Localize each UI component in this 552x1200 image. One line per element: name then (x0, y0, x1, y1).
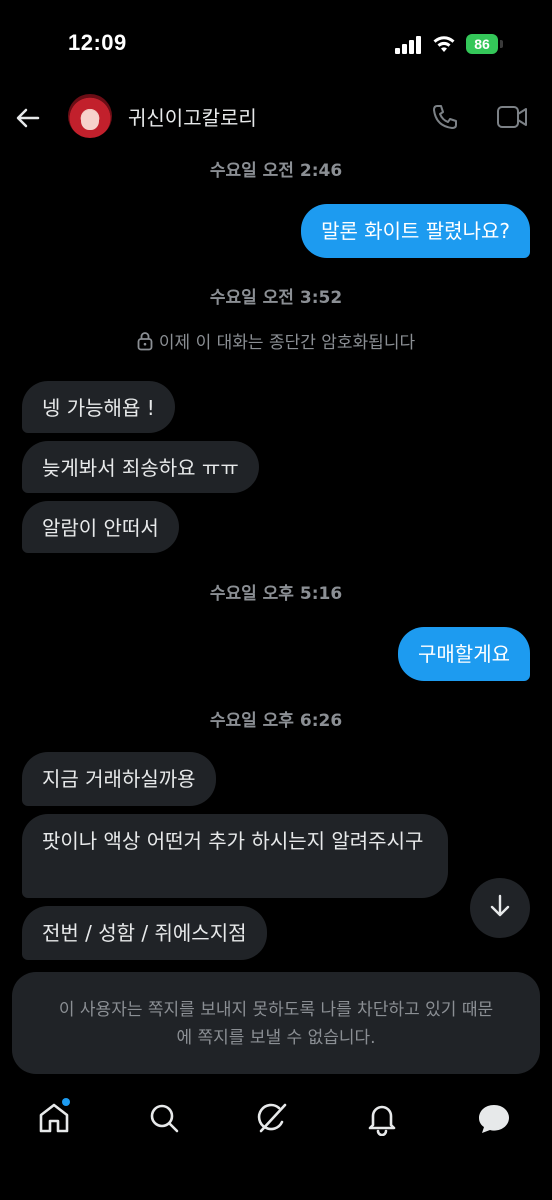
status-bar: 12:09 86 (0, 0, 552, 90)
timestamp: 수요일 오후 6:26 (209, 711, 343, 731)
message-text: 지금 거래하실까용 (42, 767, 196, 791)
grok-icon[interactable] (254, 1100, 294, 1140)
search-icon[interactable] (146, 1100, 186, 1140)
avatar[interactable] (68, 94, 112, 138)
message-text: 구매할게요 (418, 642, 510, 666)
blocked-notice: 이 사용자는 쪽지를 보내지 못하도록 나를 차단하고 있기 때문에 쪽지를 보… (12, 972, 540, 1074)
battery-indicator: 86 (466, 34, 498, 54)
avatar-face (81, 110, 99, 130)
received-message[interactable]: 전번 / 성함 / 쥐에스지점 (22, 906, 267, 960)
wifi-icon (432, 34, 456, 58)
sent-message[interactable]: 말론 화이트 팔렸나요? (301, 204, 530, 258)
battery-tip (500, 40, 503, 48)
timestamp: 수요일 오후 5:16 (209, 584, 343, 604)
home-icon[interactable] (36, 1100, 76, 1140)
phone-call-icon[interactable] (430, 102, 460, 136)
encryption-text: 이제 이 대화는 종단간 암호화됩니다 (158, 333, 416, 353)
scroll-to-bottom-button[interactable] (470, 878, 530, 938)
video-call-icon[interactable] (496, 104, 528, 134)
received-message[interactable]: 늦게봐서 죄송하요 ㅠㅠ (22, 441, 259, 493)
encryption-notice: 이제 이 대화는 종단간 암호화됩니다 (0, 328, 552, 356)
message-text: 전번 / 성함 / 쥐에스지점 (42, 921, 247, 945)
received-message[interactable]: 알람이 안떠서 (22, 501, 179, 553)
message-text: 팟이나 액상 어떤거 추가 하시는지 알려주시구 (42, 829, 424, 853)
lock-icon (137, 331, 153, 356)
notifications-icon[interactable] (364, 1100, 404, 1140)
message-text: 늦게봐서 죄송하요 ㅠㅠ (42, 456, 239, 480)
conversation-header: 귀신이고칼로리 (0, 90, 552, 146)
timestamp: 수요일 오전 3:52 (209, 288, 343, 308)
message-text: 넹 가능해욥 ! (42, 396, 155, 420)
message-text: 말론 화이트 팔렸나요? (321, 219, 510, 243)
arrow-down-icon (487, 893, 513, 923)
messages-icon[interactable] (476, 1100, 516, 1140)
cellular-signal-icon (395, 36, 423, 58)
message-text: 알람이 안떠서 (42, 516, 159, 540)
conversation-name[interactable]: 귀신이고칼로리 (128, 102, 257, 131)
bottom-navigation (0, 1090, 552, 1150)
status-time: 12:09 (68, 30, 127, 55)
back-arrow-icon[interactable] (14, 104, 42, 136)
timestamp: 수요일 오전 2:46 (209, 161, 343, 181)
home-notification-dot (62, 1098, 70, 1106)
blocked-notice-text: 이 사용자는 쪽지를 보내지 못하도록 나를 차단하고 있기 때문에 쪽지를 보… (58, 1000, 494, 1048)
received-message[interactable]: 팟이나 액상 어떤거 추가 하시는지 알려주시구 (22, 814, 448, 898)
received-message[interactable]: 넹 가능해욥 ! (22, 381, 175, 433)
received-message[interactable]: 지금 거래하실까용 (22, 752, 216, 806)
sent-message[interactable]: 구매할게요 (398, 627, 530, 681)
